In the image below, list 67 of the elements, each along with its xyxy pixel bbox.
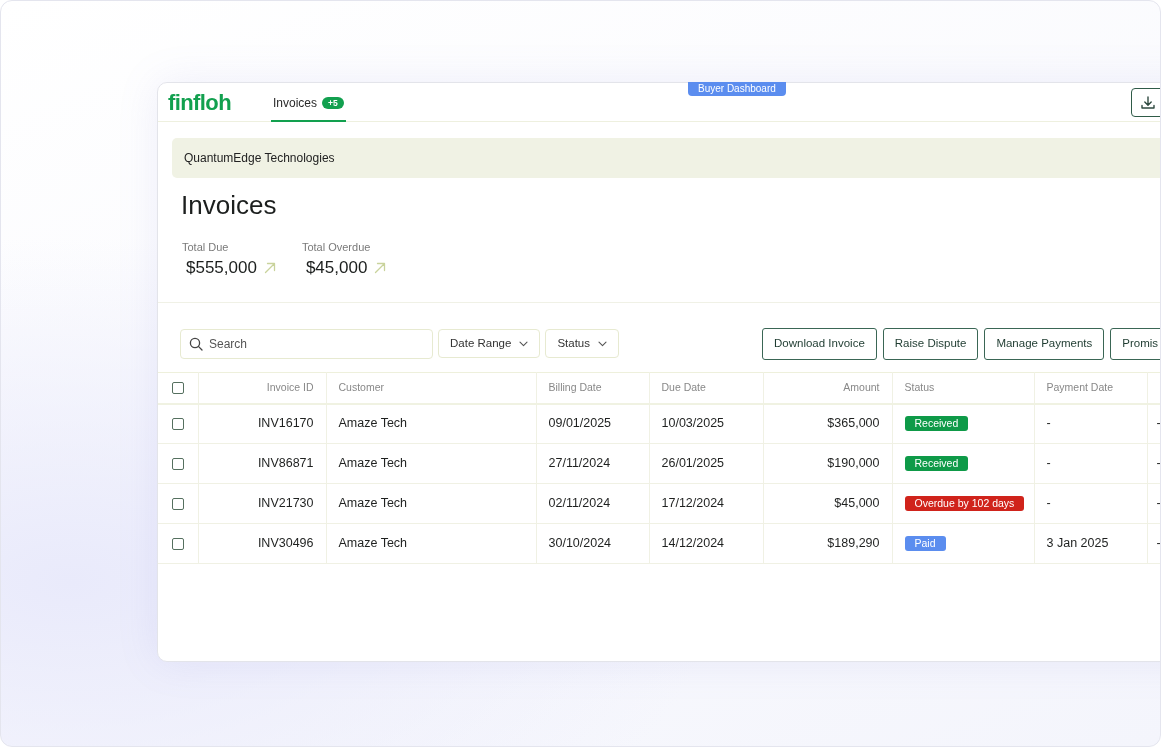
status-badge: Paid: [904, 536, 946, 552]
stat-value: $555,000: [186, 257, 257, 279]
logo: finfloh: [168, 91, 231, 115]
table-cell: Amaze Tech: [326, 443, 536, 484]
arrow-up-right-icon: [263, 262, 276, 274]
stat-label: Total Due: [182, 240, 230, 254]
table-cell: -: [1147, 443, 1160, 484]
table-cell: INV21730: [198, 483, 326, 524]
table-cell: -: [1147, 523, 1160, 564]
stat-label: Total Overdue: [301, 240, 372, 254]
table-cell: 14/12/2024: [649, 523, 763, 564]
download-icon: [1141, 95, 1155, 109]
filter-dropdown[interactable]: Date Range: [438, 329, 541, 358]
table-cell: INV30496: [198, 523, 326, 564]
status-badge: Received: [904, 416, 969, 432]
chevron-down-icon: [598, 340, 607, 347]
table-cell: 02/11/2024: [536, 483, 649, 524]
table-cell: $365,000: [763, 403, 892, 444]
action-button[interactable]: Download Invoice: [762, 327, 877, 360]
filter-dropdown[interactable]: Status: [545, 329, 619, 358]
chevron-down-icon: [519, 340, 529, 347]
action-button[interactable]: Manage Payments: [984, 327, 1105, 360]
table-cell: Amaze Tech: [326, 523, 536, 564]
table-cell: 26/01/2025: [649, 443, 763, 484]
column-header: Amount: [763, 372, 892, 404]
table-cell: 17/12/2024: [649, 483, 763, 524]
status-badge: Received: [904, 456, 969, 472]
table-cell: -: [1034, 403, 1147, 444]
checkbox[interactable]: [171, 382, 184, 395]
action-button[interactable]: Promis: [1110, 327, 1160, 360]
table-cell: -: [1034, 443, 1147, 484]
table-cell: Amaze Tech: [326, 403, 536, 444]
column-header: Status: [892, 372, 1034, 404]
table-cell: Amaze Tech: [326, 483, 536, 524]
table-cell: 30/10/2024: [536, 523, 649, 564]
checkbox[interactable]: [171, 457, 184, 470]
checkbox[interactable]: [171, 418, 184, 431]
table-cell: 09/01/2025: [536, 403, 649, 444]
table-cell: 27/11/2024: [536, 443, 649, 484]
table-cell: INV16170: [198, 403, 326, 444]
checkbox[interactable]: [171, 537, 184, 550]
table-cell: -: [1034, 483, 1147, 524]
dashboard-tag: Buyer Dashboard: [688, 82, 786, 96]
table-cell: 10/03/2025: [649, 403, 763, 444]
page-title: Invoices: [181, 189, 278, 221]
table-cell: $190,000: [763, 443, 892, 484]
column-header: Invoice ID: [198, 372, 326, 404]
table-cell: INV86871: [198, 443, 326, 484]
search-icon: [189, 336, 203, 351]
nav-tab[interactable]: Invoices +5: [271, 83, 346, 122]
column-header: Billing Date: [536, 372, 649, 404]
company-banner: QuantumEdge Technologies: [172, 138, 1160, 178]
column-header: Due Date: [649, 372, 763, 404]
status-badge: Overdue by 102 days: [904, 496, 1025, 512]
table-cell: $189,290: [763, 523, 892, 564]
checkbox[interactable]: [171, 497, 184, 510]
stat-value: $45,000: [305, 257, 368, 279]
column-header: Payment Date: [1034, 372, 1147, 404]
arrow-up-right-icon: [374, 262, 387, 274]
column-header: Customer: [326, 372, 536, 404]
table-cell: -: [1147, 403, 1160, 444]
search-field[interactable]: Search: [180, 328, 433, 359]
table-cell: 3 Jan 2025: [1034, 523, 1147, 564]
action-button[interactable]: Raise Dispute: [882, 327, 979, 360]
table-cell: $45,000: [763, 483, 892, 524]
count-badge: +5: [322, 96, 344, 109]
table-cell: -: [1147, 483, 1160, 524]
